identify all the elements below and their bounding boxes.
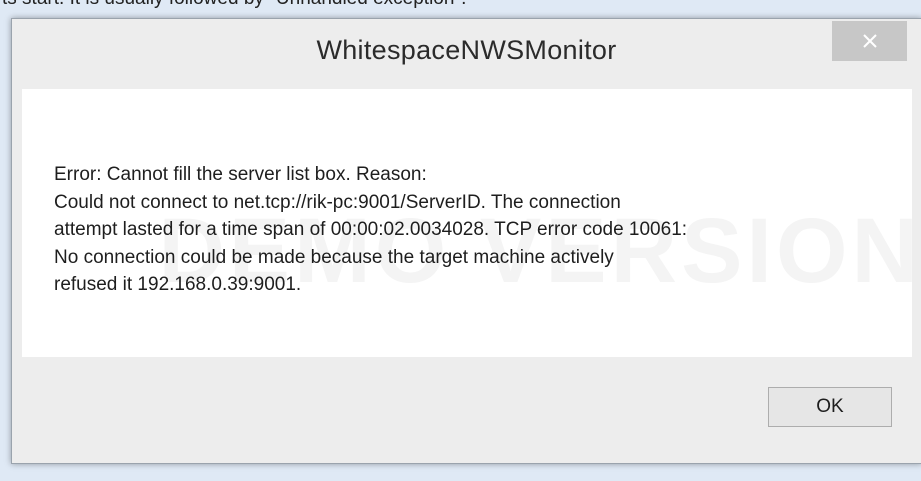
message-line: Could not connect to net.tcp://rik-pc:90… bbox=[54, 191, 621, 213]
dialog-titlebar[interactable]: WhitespaceNWSMonitor bbox=[12, 19, 921, 89]
dialog-footer: OK bbox=[22, 357, 912, 461]
screen: ts start. It is usually followed by "Unh… bbox=[0, 0, 921, 481]
message-line: Error: Cannot fill the server list box. … bbox=[54, 164, 427, 185]
ok-button[interactable]: OK bbox=[768, 387, 892, 427]
dialog-title: WhitespaceNWSMonitor bbox=[316, 35, 617, 65]
message-area: DEMO VERSION Error: Cannot fill the serv… bbox=[22, 89, 912, 357]
background-text: ts start. It is usually followed by "Unh… bbox=[2, 0, 466, 10]
message-line: No connection could be made because the … bbox=[54, 246, 614, 268]
close-icon bbox=[862, 34, 877, 48]
error-dialog: WhitespaceNWSMonitor DEMO VERSION Error:… bbox=[11, 18, 921, 464]
message-line: attempt lasted for a time span of 00:00:… bbox=[54, 219, 688, 240]
close-button[interactable] bbox=[832, 21, 907, 61]
message-line: refused it 192.168.0.39:9001. bbox=[54, 274, 302, 295]
error-message: Error: Cannot fill the server list box. … bbox=[54, 161, 894, 299]
